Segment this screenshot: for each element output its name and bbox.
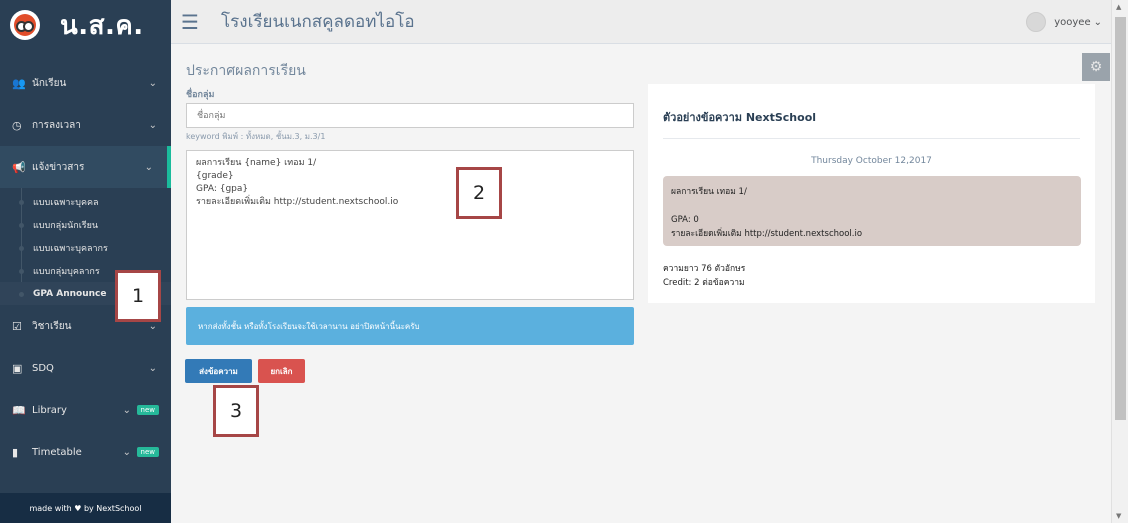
sidebar-menu: 👥 นักเรียน ⌄ ◷ การลงเวลา ⌄ 📢 แจ้งข่าวสาร… (0, 62, 171, 473)
chevron-down-icon: ⌄ (148, 320, 157, 332)
submenu-item-staff-individual[interactable]: แบบเฉพาะบุคลากร (0, 236, 171, 259)
send-message-button[interactable]: ส่งข้อความ (185, 359, 252, 383)
group-name-input[interactable] (186, 103, 634, 128)
calendar-check-icon: ☑ (12, 319, 22, 333)
id-card-icon: ▣ (12, 361, 23, 375)
sidebar: น.ส.ค. 👥 นักเรียน ⌄ ◷ การลงเวลา ⌄ 📢 แจ้ง… (0, 0, 171, 523)
gear-icon[interactable]: ⚙ (1082, 53, 1110, 81)
chevron-down-icon: ⌄ (148, 77, 157, 89)
sidebar-item-label: Timetable (32, 446, 82, 458)
cancel-button[interactable]: ยกเลิก (258, 359, 305, 383)
sidebar-item-label: แจ้งข่าวสาร (32, 161, 85, 173)
preview-panel: ตัวอย่างข้อความ NextSchool Thursday Octo… (648, 84, 1095, 303)
submenu-item-student-group[interactable]: แบบกลุ่มนักเรียน (0, 213, 171, 236)
bullhorn-icon: 📢 (12, 160, 26, 174)
book-icon: 📖 (12, 403, 26, 417)
group-label: ชื่อกลุ่ม (186, 90, 215, 100)
chevron-down-icon: ⌄ (144, 161, 153, 173)
vertical-scrollbar[interactable]: ▲ ▼ (1111, 0, 1128, 523)
users-icon: 👥 (12, 76, 26, 90)
chevron-down-icon: ⌄ (1093, 16, 1102, 28)
page-title: ประกาศผลการเรียน (186, 63, 306, 79)
chevron-down-icon: ⌄ (122, 446, 131, 458)
keyword-hint: keyword พิมพ์ : ทั้งหมด, ชั้นม.3, ม.3/1 (186, 132, 326, 141)
chevron-down-icon: ⌄ (148, 362, 157, 374)
owl-logo-icon (10, 10, 40, 40)
preview-title: ตัวอย่างข้อความ NextSchool (663, 111, 817, 124)
clock-icon: ◷ (12, 118, 22, 132)
avatar (1026, 12, 1047, 32)
annotation-3: 3 (213, 385, 259, 437)
preview-meta: ความยาว 76 ตัวอักษร Credit: 2 ต่อข้อความ (663, 262, 745, 290)
sidebar-item-timetable[interactable]: ▮ Timetable ⌄ new (0, 431, 171, 473)
chevron-down-icon: ⌄ (122, 404, 131, 416)
message-preview-bubble: ผลการเรียน เทอม 1/ GPA: 0 รายละเอียดเพิ่… (663, 176, 1081, 246)
message-textarea[interactable] (186, 150, 634, 300)
sidebar-item-label: นักเรียน (32, 77, 67, 89)
message-credit: Credit: 2 ต่อข้อความ (663, 278, 745, 288)
user-name: yooyee (1054, 16, 1091, 28)
sidebar-item-label: วิชาเรียน (32, 320, 72, 332)
chevron-down-icon: ⌄ (148, 119, 157, 131)
sidebar-item-label: Library (32, 404, 67, 416)
sidebar-item-label: การลงเวลา (32, 119, 81, 131)
info-notice: หากส่งทั้งชั้น หรือทั้งโรงเรียนจะใช้เวลา… (186, 307, 634, 345)
new-badge: new (136, 405, 159, 415)
sidebar-item-attendance[interactable]: ◷ การลงเวลา ⌄ (0, 104, 171, 146)
annotation-2: 2 (456, 167, 502, 219)
top-nav: ☰ โรงเรียนเนกสคูลดอทไอโอ yooyee ⌄ (171, 0, 1128, 44)
scroll-up-icon[interactable]: ▲ (1116, 3, 1121, 11)
divider (663, 138, 1080, 139)
sidebar-footer: made with ♥ by NextSchool (0, 493, 171, 523)
message-length: ความยาว 76 ตัวอักษร (663, 264, 746, 274)
tablet-icon: ▮ (12, 445, 19, 459)
scroll-down-icon[interactable]: ▼ (1116, 512, 1121, 520)
preview-date: Thursday October 12,2017 (811, 156, 932, 166)
brand-title: น.ส.ค. (60, 10, 144, 41)
new-badge: new (136, 447, 159, 457)
brand[interactable]: น.ส.ค. (0, 0, 171, 50)
annotation-1: 1 (115, 270, 161, 322)
sidebar-item-label: SDQ (32, 362, 54, 374)
submenu-item-individual[interactable]: แบบเฉพาะบุคคล (0, 190, 171, 213)
hamburger-menu-icon[interactable]: ☰ (181, 10, 207, 34)
user-menu[interactable]: yooyee ⌄ (1026, 12, 1102, 32)
sidebar-item-library[interactable]: 📖 Library ⌄ new (0, 389, 171, 431)
sidebar-item-sdq[interactable]: ▣ SDQ ⌄ (0, 347, 171, 389)
school-name: โรงเรียนเนกสคูลดอทไอโอ (221, 12, 415, 32)
sidebar-item-announcements[interactable]: 📢 แจ้งข่าวสาร ⌄ (0, 146, 171, 188)
scrollbar-thumb[interactable] (1115, 17, 1126, 420)
sidebar-item-students[interactable]: 👥 นักเรียน ⌄ (0, 62, 171, 104)
